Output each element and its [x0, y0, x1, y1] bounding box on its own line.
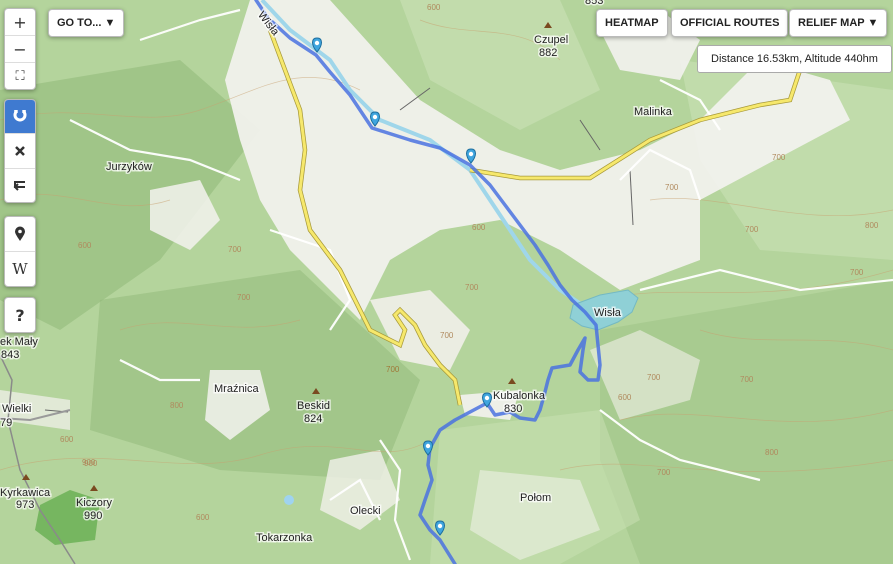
delete-route-button[interactable] [5, 134, 35, 169]
place-label-czupel: Czupel [534, 34, 568, 46]
contour-label: 600 [427, 3, 441, 12]
plus-icon: + [13, 12, 27, 32]
peak-altitude: 830 [504, 403, 522, 415]
route-tools [4, 99, 36, 203]
place-label-wisla: Wisła [594, 307, 622, 319]
place-label-tokarzonka: Tokarzonka [256, 532, 313, 544]
heatmap-button[interactable]: HEATMAP [596, 9, 668, 37]
contour-label: 600 [618, 393, 632, 402]
contour-label: 700 [440, 331, 454, 340]
contour-label: 600 [78, 241, 92, 250]
place-label-mraznica: Mraźnica [214, 383, 260, 395]
zoom-out-button[interactable]: − [5, 36, 35, 63]
peak-altitude: 824 [304, 413, 322, 425]
wikipedia-button[interactable]: W [5, 252, 35, 286]
contour-label: 700 [740, 375, 754, 384]
place-label-kyrkawica: Kyrkawica [0, 487, 51, 499]
contour-label: 700 [665, 183, 679, 192]
contour-label: 700 [228, 245, 242, 254]
minus-icon: − [13, 39, 27, 59]
contour-label: 600 [472, 223, 486, 232]
peak-altitude: 882 [539, 47, 557, 59]
route-stats-tooltip: Distance 16.53km, Altitude 440hm [697, 45, 892, 73]
contour-label: 600 [196, 513, 210, 522]
close-icon [15, 146, 25, 156]
route-stats-text: Distance 16.53km, Altitude 440hm [711, 53, 878, 65]
contour-label: 700 [465, 283, 479, 292]
heatmap-label: HEATMAP [605, 17, 659, 29]
place-label-jurzykow: Jurzyków [106, 161, 152, 173]
hill-shade [600, 280, 893, 564]
relief-map-button[interactable]: RELIEF MAP ▼ [789, 9, 888, 37]
contour-label: 700 [772, 153, 786, 162]
poi-tools: W [4, 216, 36, 287]
pond [284, 495, 294, 505]
contour-label: 800 [765, 448, 779, 457]
goto-label: GO TO... ▼ [57, 17, 116, 29]
marker-button[interactable] [5, 217, 35, 252]
wikipedia-icon: W [12, 260, 28, 278]
contour-label: 700 [647, 373, 661, 382]
relief-map-label: RELIEF MAP ▼ [798, 17, 879, 29]
place-label-polom: Połom [520, 492, 551, 504]
help-control: ? [4, 297, 36, 333]
contour-label: 900 [84, 459, 98, 468]
contour-label: 800 [170, 401, 184, 410]
place-label-malinka: Malinka [634, 106, 673, 118]
map-canvas[interactable]: 600 700 800 900 600 700 700 700 600 700 … [0, 0, 893, 564]
help-button[interactable]: ? [5, 298, 35, 332]
place-label-kiczory: Kiczory [76, 497, 113, 509]
fullscreen-button[interactable]: ⛶ [5, 63, 35, 89]
fullscreen-icon: ⛶ [15, 68, 25, 84]
magnet-button[interactable] [5, 100, 35, 134]
zoom-control: + − ⛶ [4, 8, 36, 90]
magnet-icon [13, 109, 27, 121]
map-pin-icon [15, 226, 25, 241]
reverse-route-button[interactable] [5, 169, 35, 202]
official-routes-button[interactable]: OFFICIAL ROUTES [671, 9, 789, 37]
reverse-icon [13, 180, 25, 191]
contour-label: 800 [865, 221, 879, 230]
place-label-kubalonka: Kubalonka [493, 390, 546, 402]
peak-altitude: 843 [1, 349, 19, 361]
goto-button[interactable]: GO TO... ▼ [48, 9, 125, 37]
contour-label: 700 [850, 268, 864, 277]
contour-label: 700 [657, 468, 671, 477]
contour-label: 700 [237, 293, 251, 302]
place-label-beskid: Beskid [297, 400, 330, 412]
place-label-wielki: Wielki [2, 403, 31, 415]
road-label: 700 [386, 365, 400, 374]
peak-altitude: 853 [585, 0, 603, 7]
peak-altitude: 79 [0, 417, 12, 429]
place-label-maly: ek Mały [0, 336, 38, 348]
question-icon: ? [15, 305, 25, 325]
peak-altitude: 990 [84, 510, 102, 522]
peak-altitude: 973 [16, 499, 34, 511]
official-routes-label: OFFICIAL ROUTES [680, 17, 780, 29]
contour-label: 600 [60, 435, 74, 444]
contour-label: 700 [745, 225, 759, 234]
place-label-olecki: Olecki [350, 505, 381, 517]
zoom-in-button[interactable]: + [5, 9, 35, 36]
